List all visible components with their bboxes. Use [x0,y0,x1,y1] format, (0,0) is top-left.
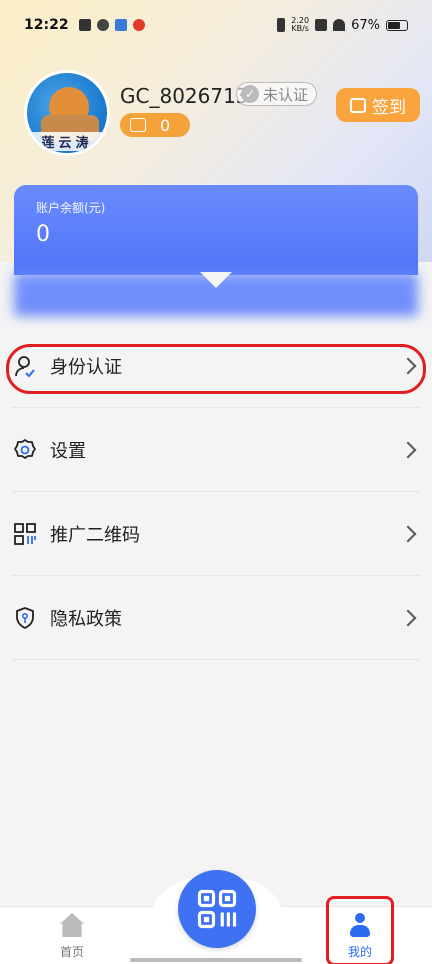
app-icon [114,19,127,31]
signal-icon [315,19,328,31]
checkin-label: 签到 [372,97,406,118]
person-icon [348,913,372,937]
menu-item-label: 设置 [50,440,86,462]
battery-percent: 67% [351,17,380,33]
user-check-icon [12,353,38,379]
coin-count: 0 [160,115,171,135]
chevron-right-icon [399,525,417,542]
menu-item-label: 身份认证 [50,356,122,378]
check-icon: ✓ [241,85,259,103]
status-time: 12:22 [24,17,69,33]
nav-home-label: 首页 [59,945,84,959]
qr-code-icon [197,889,237,929]
menu-item-promo-qr-code[interactable]: 推广二维码 [12,492,420,576]
battery-icon [386,19,408,31]
balance-label: 账户余额(元) [36,201,106,215]
shield-icon [12,605,38,631]
menu-item-label: 隐私政策 [50,608,122,630]
status-system-icons: 2.20 KB/s 67% [277,17,408,33]
scan-qr-button[interactable] [178,870,256,948]
gear-icon [12,437,38,463]
notification-icon [78,19,91,31]
home-icon [60,913,84,937]
wifi-icon [333,19,346,31]
coin-icon [130,118,146,132]
qr-code-icon [12,521,38,547]
chevron-right-icon [399,609,417,626]
net-speed: 2.20 KB/s [291,16,310,33]
menu-item-privacy-policy[interactable]: 隐私政策 [12,576,420,660]
calendar-icon [350,97,366,113]
nav-me-label: 我的 [347,945,372,959]
app-icon [96,19,109,31]
status-notification-icons [78,19,145,31]
coin-badge[interactable]: 0 [120,113,190,137]
chevron-right-icon [399,441,417,458]
verify-status-badge[interactable]: ✓ 未认证 [236,82,318,106]
menu-item-identity-verification[interactable]: 身份认证 [12,324,420,408]
weibo-icon [132,19,145,31]
chevron-right-icon [399,357,417,374]
menu-list: 身份认证 设置 推广二维码 隐私政策 [0,324,432,660]
balance-card[interactable]: 账户余额(元) 0 [14,185,418,275]
menu-item-label: 推广二维码 [50,524,140,546]
balance-value: 0 [36,222,50,247]
vibrate-icon [277,18,286,32]
home-indicator[interactable] [130,958,302,962]
menu-item-settings[interactable]: 设置 [12,408,420,492]
status-bar: 12:22 2.20 KB/s 67% [0,0,432,50]
nav-home[interactable]: 首页 [32,913,112,960]
balance-card-notch [200,272,232,288]
avatar[interactable]: 莲云涛 [24,70,110,156]
avatar-text: 莲云涛 [27,132,107,151]
username: GC_8026713 [120,84,249,108]
verify-status-label: 未认证 [263,85,309,104]
nav-me[interactable]: 我的 [320,913,400,960]
checkin-button[interactable]: 签到 [336,88,420,122]
